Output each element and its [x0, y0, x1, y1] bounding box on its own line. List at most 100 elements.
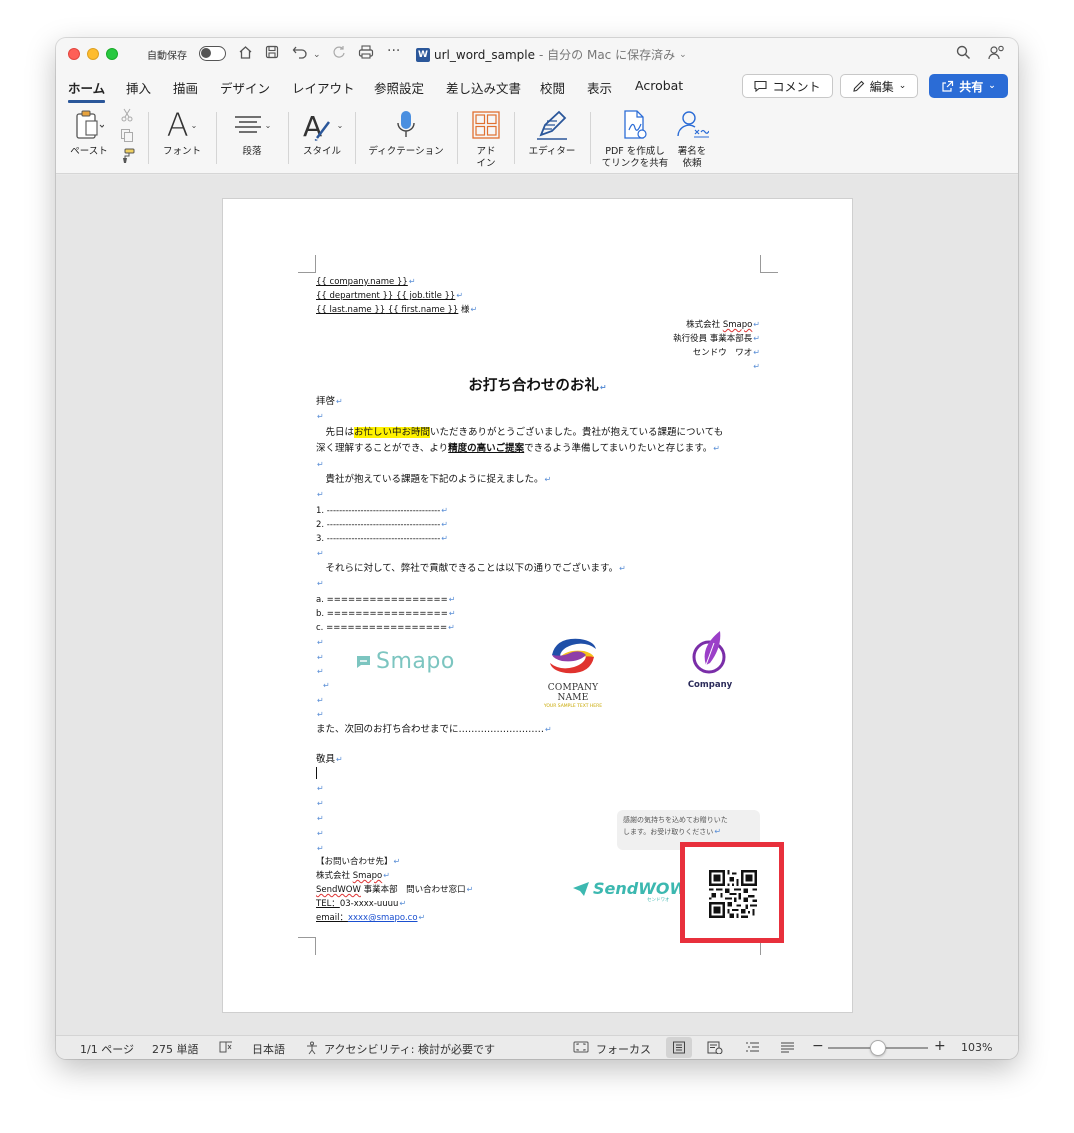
undo-dropdown-icon[interactable]: ⌄ [313, 47, 321, 63]
home-icon[interactable] [238, 45, 253, 64]
email-link[interactable]: xxxx@smapo.co [348, 913, 418, 923]
empty-paragraph[interactable]: ↵ [316, 547, 324, 560]
sendwow-logo-image[interactable]: SendWOW [573, 879, 687, 898]
create-pdf-share-link-button[interactable]: PDF を作成し てリンクを共有 [598, 104, 672, 174]
autosave-toggle[interactable] [199, 46, 226, 61]
empty-paragraph[interactable]: ↵ [316, 694, 324, 707]
redo-icon[interactable] [332, 45, 346, 63]
qr-code-image[interactable] [709, 870, 757, 918]
placeholder-department-line[interactable]: {{ department }} {{ job.title }}↵ [316, 289, 463, 303]
paragraph-group-button[interactable]: ⌄ 段落 [224, 104, 280, 174]
contact-heading-line[interactable]: 【お問い合わせ先】↵ [316, 855, 400, 869]
accessibility-status[interactable]: アクセシビリティ: 検討が必要です [324, 1041, 495, 1057]
zoom-in-button[interactable]: + [934, 1038, 946, 1054]
list-item[interactable]: c. =================↵ [316, 621, 455, 635]
request-signature-button[interactable]: 署名を 依頼 [672, 104, 712, 174]
language-indicator[interactable]: 日本語 [252, 1041, 285, 1057]
empty-paragraph[interactable]: ↵ [316, 812, 324, 825]
share-button[interactable]: 共有 ⌄ [929, 74, 1008, 98]
tab-layout[interactable]: レイアウト [292, 78, 355, 97]
greeting-line[interactable]: 拝啓↵ [316, 395, 343, 408]
smapo-logo-image[interactable]: Smapo [356, 649, 455, 674]
empty-paragraph[interactable]: ↵ [316, 708, 324, 721]
print-layout-view-icon[interactable] [672, 1041, 686, 1057]
zoom-window-button[interactable] [106, 48, 118, 60]
zoom-slider-handle[interactable] [870, 1040, 886, 1056]
dictation-button[interactable]: ディクテーション [362, 104, 450, 174]
tab-review[interactable]: 校閲 [540, 78, 565, 97]
tab-mailings[interactable]: 差し込み文書 [446, 78, 521, 97]
empty-paragraph[interactable]: ↵ [316, 577, 324, 590]
edit-mode-button[interactable]: 編集 ⌄ [840, 74, 918, 98]
outline-view-icon[interactable] [745, 1041, 760, 1057]
list-item[interactable]: 2. -------------------------------------… [316, 518, 448, 532]
sender-company-line[interactable]: 株式会社 Smapo↵ [686, 318, 760, 332]
contact-company-line[interactable]: 株式会社 Smapo↵ [316, 869, 390, 883]
sender-name-line[interactable]: センドウ ワオ↵ [693, 346, 760, 360]
empty-paragraph[interactable]: ↵ [316, 651, 324, 664]
empty-paragraph[interactable]: ↵ [316, 636, 324, 649]
body-paragraph-3[interactable]: それらに対して、弊社で貢献できることは以下の通りでございます。↵ [316, 562, 626, 575]
empty-paragraph[interactable]: ↵ [316, 410, 324, 423]
document-title[interactable]: W url_word_sample - 自分の Mac に保存済み ⌄ [416, 46, 687, 63]
contact-email-line[interactable]: email：xxxx@smapo.co↵ [316, 911, 425, 925]
contact-department-line[interactable]: SendWOW 事業本部 問い合わせ窓口↵ [316, 883, 473, 897]
empty-paragraph[interactable]: ↵ [316, 827, 324, 840]
closing-line[interactable]: 敬具↵ [316, 753, 343, 766]
list-item[interactable]: a. =================↵ [316, 593, 455, 607]
zoom-level[interactable]: 103% [961, 1041, 992, 1054]
search-icon[interactable] [956, 45, 971, 64]
placeholder-name-line[interactable]: {{ last.name }} {{ first.name }} 様↵ [316, 303, 477, 317]
tab-draw[interactable]: 描画 [173, 78, 198, 97]
feather-company-logo-image[interactable]: Company [685, 629, 735, 690]
empty-paragraph[interactable]: ↵ [752, 360, 760, 374]
save-icon[interactable] [265, 45, 279, 63]
sender-position-line[interactable]: 執行役員 事業本部長↵ [673, 332, 760, 346]
letter-title[interactable]: お打ち合わせのお礼↵ [223, 374, 852, 395]
empty-paragraph[interactable]: ↵ [322, 679, 330, 692]
tab-view[interactable]: 表示 [587, 78, 612, 97]
paste-button[interactable]: ペースト [62, 104, 116, 174]
web-layout-view-icon[interactable] [707, 1041, 723, 1057]
empty-paragraph[interactable]: ↵ [316, 782, 324, 795]
company-logo-image[interactable]: COMPANY NAME YOUR SAMPLE TEXT HERE [531, 635, 615, 709]
more-icon[interactable]: ··· [387, 43, 400, 59]
empty-paragraph[interactable]: ↵ [316, 797, 324, 810]
empty-paragraph[interactable]: ↵ [316, 665, 324, 678]
page-count[interactable]: 1/1 ページ [80, 1041, 134, 1057]
accessibility-icon[interactable] [305, 1041, 319, 1058]
focus-mode-button[interactable]: フォーカス [596, 1041, 651, 1057]
format-painter-icon[interactable] [119, 148, 135, 168]
list-item[interactable]: b. =================↵ [316, 607, 456, 621]
tab-references[interactable]: 参照設定 [374, 78, 424, 97]
body-paragraph-2[interactable]: 貴社が抱えている課題を下記のように捉えました。↵ [316, 473, 552, 486]
comment-button[interactable]: コメント [742, 74, 833, 98]
undo-icon[interactable] [292, 45, 308, 63]
tab-insert[interactable]: 挿入 [126, 78, 151, 97]
draft-view-icon[interactable] [780, 1041, 795, 1057]
print-icon[interactable] [358, 45, 374, 63]
empty-paragraph[interactable]: ↵ [316, 488, 324, 501]
focus-icon[interactable] [573, 1041, 589, 1056]
tab-acrobat[interactable]: Acrobat [635, 78, 683, 93]
copy-icon[interactable] [120, 128, 134, 146]
document-canvas[interactable]: {{ company.name }}↵ {{ department }} {{ … [56, 175, 1018, 1035]
document-page[interactable]: {{ company.name }}↵ {{ department }} {{ … [223, 199, 852, 1012]
list-item[interactable]: 1. -------------------------------------… [316, 504, 448, 518]
body-paragraph-4[interactable]: また、次回のお打ち合わせまでに………………………↵ [316, 723, 552, 736]
style-group-button[interactable]: A ⌄ スタイル [296, 104, 348, 174]
minimize-window-button[interactable] [87, 48, 99, 60]
cut-icon[interactable] [120, 108, 134, 126]
addins-button[interactable]: アド イン [466, 104, 506, 174]
body-paragraph-1-line-2[interactable]: 深く理解することができ、より精度の高いご提案できるよう準備してまいりたいと存じま… [316, 442, 720, 455]
body-paragraph-1-line-1[interactable]: 先日はお忙しい中お時間いただきありがとうございました。貴社が抱えている課題につい… [316, 426, 723, 439]
tab-home[interactable]: ホーム [68, 78, 106, 103]
close-window-button[interactable] [68, 48, 80, 60]
proofing-icon[interactable] [219, 1041, 233, 1056]
empty-paragraph[interactable]: ↵ [316, 458, 324, 471]
font-group-button[interactable]: A ⌄ フォント [156, 104, 208, 174]
empty-paragraph[interactable]: ↵ [316, 842, 324, 855]
tab-design[interactable]: デザイン [220, 78, 270, 97]
editor-button[interactable]: エディター [522, 104, 582, 174]
word-count[interactable]: 275 単語 [152, 1041, 199, 1057]
